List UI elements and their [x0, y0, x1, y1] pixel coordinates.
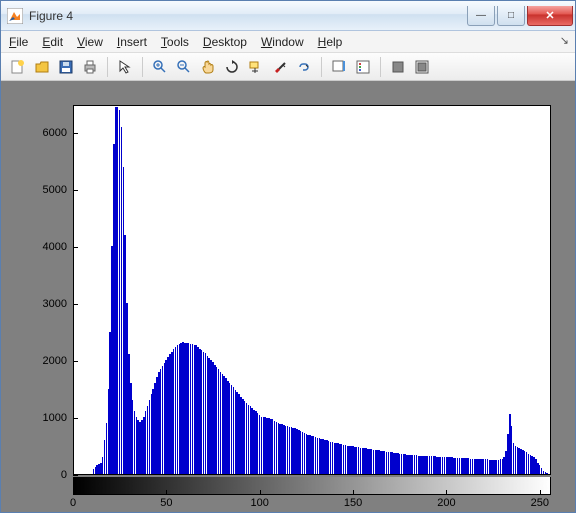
open-button[interactable] [31, 56, 53, 78]
show-tools-icon [414, 59, 430, 75]
menu-desktop[interactable]: Desktop [203, 35, 247, 49]
insert-colorbar-button[interactable] [328, 56, 350, 78]
hide-plot-tools-button[interactable] [387, 56, 409, 78]
window-controls: — □ ✕ [465, 6, 573, 26]
new-icon [10, 59, 26, 75]
pan-icon [200, 59, 216, 75]
y-tick-label: 0 [11, 469, 73, 481]
histogram-axes[interactable] [73, 105, 551, 475]
insert-legend-button[interactable] [352, 56, 374, 78]
window-title: Figure 4 [29, 9, 465, 23]
data-cursor-button[interactable] [245, 56, 267, 78]
x-tick-label: 150 [344, 497, 362, 509]
y-tick-label: 3000 [11, 298, 73, 310]
pan-button[interactable] [197, 56, 219, 78]
menu-tools[interactable]: Tools [161, 35, 189, 49]
link-button[interactable] [293, 56, 315, 78]
zoom-in-icon [152, 59, 168, 75]
figure-window: Figure 4 — □ ✕ File Edit View Insert Too… [0, 0, 576, 513]
zoom-out-button[interactable] [173, 56, 195, 78]
legend-icon [355, 59, 371, 75]
zoom-in-button[interactable] [149, 56, 171, 78]
x-tick-mark [540, 490, 541, 495]
x-tick-label: 50 [160, 497, 172, 509]
y-tick-mark [73, 418, 78, 419]
save-button[interactable] [55, 56, 77, 78]
link-icon [296, 59, 312, 75]
rotate-icon [224, 59, 240, 75]
toolbar-separator [380, 57, 381, 77]
x-tick-label: 100 [251, 497, 269, 509]
menu-file[interactable]: File [9, 35, 28, 49]
open-icon [34, 59, 50, 75]
hide-tools-icon [390, 59, 406, 75]
maximize-icon: □ [508, 10, 514, 21]
figure-canvas[interactable]: 0 1000 2000 3000 4000 5000 6000 0 50 100 150 200 250 [1, 81, 575, 512]
colorbar-icon [331, 59, 347, 75]
x-tick-label: 250 [531, 497, 549, 509]
dock-toggle-icon[interactable]: ↘ [560, 34, 569, 47]
close-icon: ✕ [545, 9, 554, 22]
save-icon [58, 59, 74, 75]
toolbar [1, 53, 575, 81]
y-tick-label: 6000 [11, 127, 73, 139]
matlab-icon [7, 8, 23, 24]
data-cursor-icon [248, 59, 264, 75]
y-tick-mark [73, 475, 78, 476]
x-tick-mark [260, 490, 261, 495]
rotate-button[interactable] [221, 56, 243, 78]
y-tick-label: 5000 [11, 184, 73, 196]
x-tick-mark [446, 490, 447, 495]
edit-plot-button[interactable] [114, 56, 136, 78]
y-tick-label: 4000 [11, 241, 73, 253]
toolbar-separator [142, 57, 143, 77]
menu-window[interactable]: Window [261, 35, 304, 49]
y-tick-mark [73, 361, 78, 362]
toolbar-separator [107, 57, 108, 77]
x-tick-label: 200 [437, 497, 455, 509]
arrow-icon [117, 59, 133, 75]
close-button[interactable]: ✕ [527, 6, 573, 26]
y-tick-label: 1000 [11, 412, 73, 424]
figure-panel: 0100020003000400050006000050100150200250 [11, 91, 565, 502]
y-tick-mark [73, 133, 78, 134]
x-tick-label: 0 [70, 497, 76, 509]
print-icon [82, 59, 98, 75]
menu-bar: File Edit View Insert Tools Desktop Wind… [1, 31, 575, 53]
menu-insert[interactable]: Insert [117, 35, 147, 49]
y-tick-mark [73, 247, 78, 248]
title-bar[interactable]: Figure 4 — □ ✕ [1, 1, 575, 31]
show-plot-tools-button[interactable] [411, 56, 433, 78]
x-tick-mark [353, 490, 354, 495]
toolbar-separator [321, 57, 322, 77]
x-tick-mark [166, 490, 167, 495]
grayscale-colorbar [73, 477, 551, 495]
new-figure-button[interactable] [7, 56, 29, 78]
zoom-out-icon [176, 59, 192, 75]
minimize-icon: — [476, 10, 486, 21]
brush-icon [272, 59, 288, 75]
y-tick-label: 2000 [11, 355, 73, 367]
x-tick-mark [73, 490, 74, 495]
maximize-button[interactable]: □ [497, 6, 525, 26]
brush-button[interactable] [269, 56, 291, 78]
menu-help[interactable]: Help [318, 35, 343, 49]
y-tick-mark [73, 304, 78, 305]
minimize-button[interactable]: — [467, 6, 495, 26]
menu-view[interactable]: View [77, 35, 103, 49]
histogram-bars [74, 106, 550, 474]
print-button[interactable] [79, 56, 101, 78]
histogram-bar [546, 473, 547, 474]
menu-edit[interactable]: Edit [42, 35, 63, 49]
y-tick-mark [73, 190, 78, 191]
